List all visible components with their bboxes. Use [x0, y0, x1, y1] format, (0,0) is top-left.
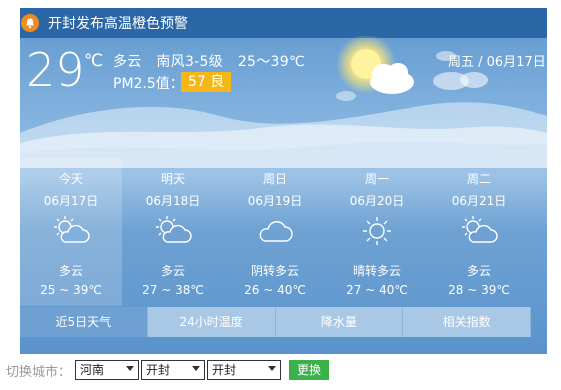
day-desc: 多云: [466, 264, 491, 278]
alert-text[interactable]: 开封发布高温橙色预警: [48, 13, 188, 33]
forecast-day-today[interactable]: 今天 06月17日 多云 25 ~ 39℃: [20, 158, 122, 306]
forecast-day[interactable]: 周二 06月21日 多云 28 ~ 39℃: [428, 158, 530, 306]
day-range: 27 ~ 40℃: [346, 283, 408, 297]
day-date: 06月19日: [247, 194, 303, 208]
alert-bar[interactable]: 开封发布高温橙色预警: [20, 8, 547, 38]
weather-widget: 开封发布高温橙色预警 29 ℃ 多云 南风3-5级 25～39℃ PM2.5值：…: [20, 8, 547, 354]
sun-cloud-icon: [336, 34, 516, 120]
day-name: 今天: [58, 172, 83, 186]
tab-24h-temp[interactable]: 24小时温度: [147, 307, 276, 337]
chevron-down-icon: [126, 366, 135, 371]
district-value: 开封: [212, 363, 237, 377]
sunny-icon: [326, 214, 428, 250]
forecast-day[interactable]: 明天 06月18日 多云 27 ~ 38℃: [122, 158, 224, 306]
day-date: 06月21日: [451, 194, 507, 208]
district-select[interactable]: 开封: [207, 360, 282, 380]
day-range: 26 ~ 40℃: [244, 283, 306, 297]
forecast-day[interactable]: 周一 06月20日 晴转多云 27 ~ 40℃: [326, 158, 428, 306]
current-range: 25～39℃: [237, 54, 305, 70]
partly-cloudy-icon: [122, 214, 224, 250]
province-select[interactable]: 河南: [75, 360, 140, 380]
province-value: 河南: [80, 363, 105, 377]
change-city-button[interactable]: 更换: [289, 360, 330, 380]
forecast-panel: 今天 06月17日 多云 25 ~ 39℃ 明天 06月18日 多云 27 ~ …: [20, 158, 531, 338]
forecast-day[interactable]: 周日 06月19日 阴转多云 26 ~ 40℃: [224, 158, 326, 306]
partly-cloudy-icon: [20, 214, 122, 250]
aqi-badge: 57 良: [181, 72, 232, 92]
current-wind: 南风3-5级: [156, 54, 224, 70]
day-date: 06月17日: [43, 194, 99, 208]
current-condition: 多云: [113, 54, 142, 70]
day-desc: 晴转多云: [352, 264, 401, 278]
switch-city-label: 切换城市：: [6, 364, 72, 380]
current-temperature: 29: [26, 43, 85, 97]
current-date: 周五 / 06月17日: [448, 55, 546, 70]
current-conditions: 多云 南风3-5级 25～39℃: [113, 51, 315, 71]
day-desc: 多云: [58, 264, 83, 278]
day-name: 周二: [466, 172, 491, 186]
city-value: 开封: [146, 363, 171, 377]
day-name: 明天: [160, 172, 185, 186]
chevron-down-icon: [268, 366, 277, 371]
day-range: 28 ~ 39℃: [448, 283, 510, 297]
tab-5day[interactable]: 近5日天气: [20, 307, 148, 337]
forecast-days: 今天 06月17日 多云 25 ~ 39℃ 明天 06月18日 多云 27 ~ …: [20, 158, 531, 306]
cloudy-icon: [224, 214, 326, 250]
day-desc: 多云: [160, 264, 185, 278]
forecast-tabs: 近5日天气 24小时温度 降水量 相关指数: [20, 307, 531, 337]
tab-indices[interactable]: 相关指数: [403, 307, 531, 337]
city-switcher: 切换城市： 河南 开封 开封 更换: [0, 358, 561, 382]
aqi-label: PM2.5值：: [113, 76, 184, 92]
day-date: 06月20日: [349, 194, 405, 208]
day-name: 周日: [262, 172, 287, 186]
day-range: 25 ~ 39℃: [40, 283, 102, 297]
city-select[interactable]: 开封: [141, 360, 206, 380]
chevron-down-icon: [192, 366, 201, 371]
day-name: 周一: [364, 172, 389, 186]
day-range: 27 ~ 38℃: [142, 283, 204, 297]
day-date: 06月18日: [145, 194, 201, 208]
day-desc: 阴转多云: [250, 264, 299, 278]
bell-icon: [21, 14, 39, 32]
partly-cloudy-icon: [428, 214, 530, 250]
temperature-unit: ℃: [84, 51, 104, 71]
tab-precipitation[interactable]: 降水量: [275, 307, 404, 337]
